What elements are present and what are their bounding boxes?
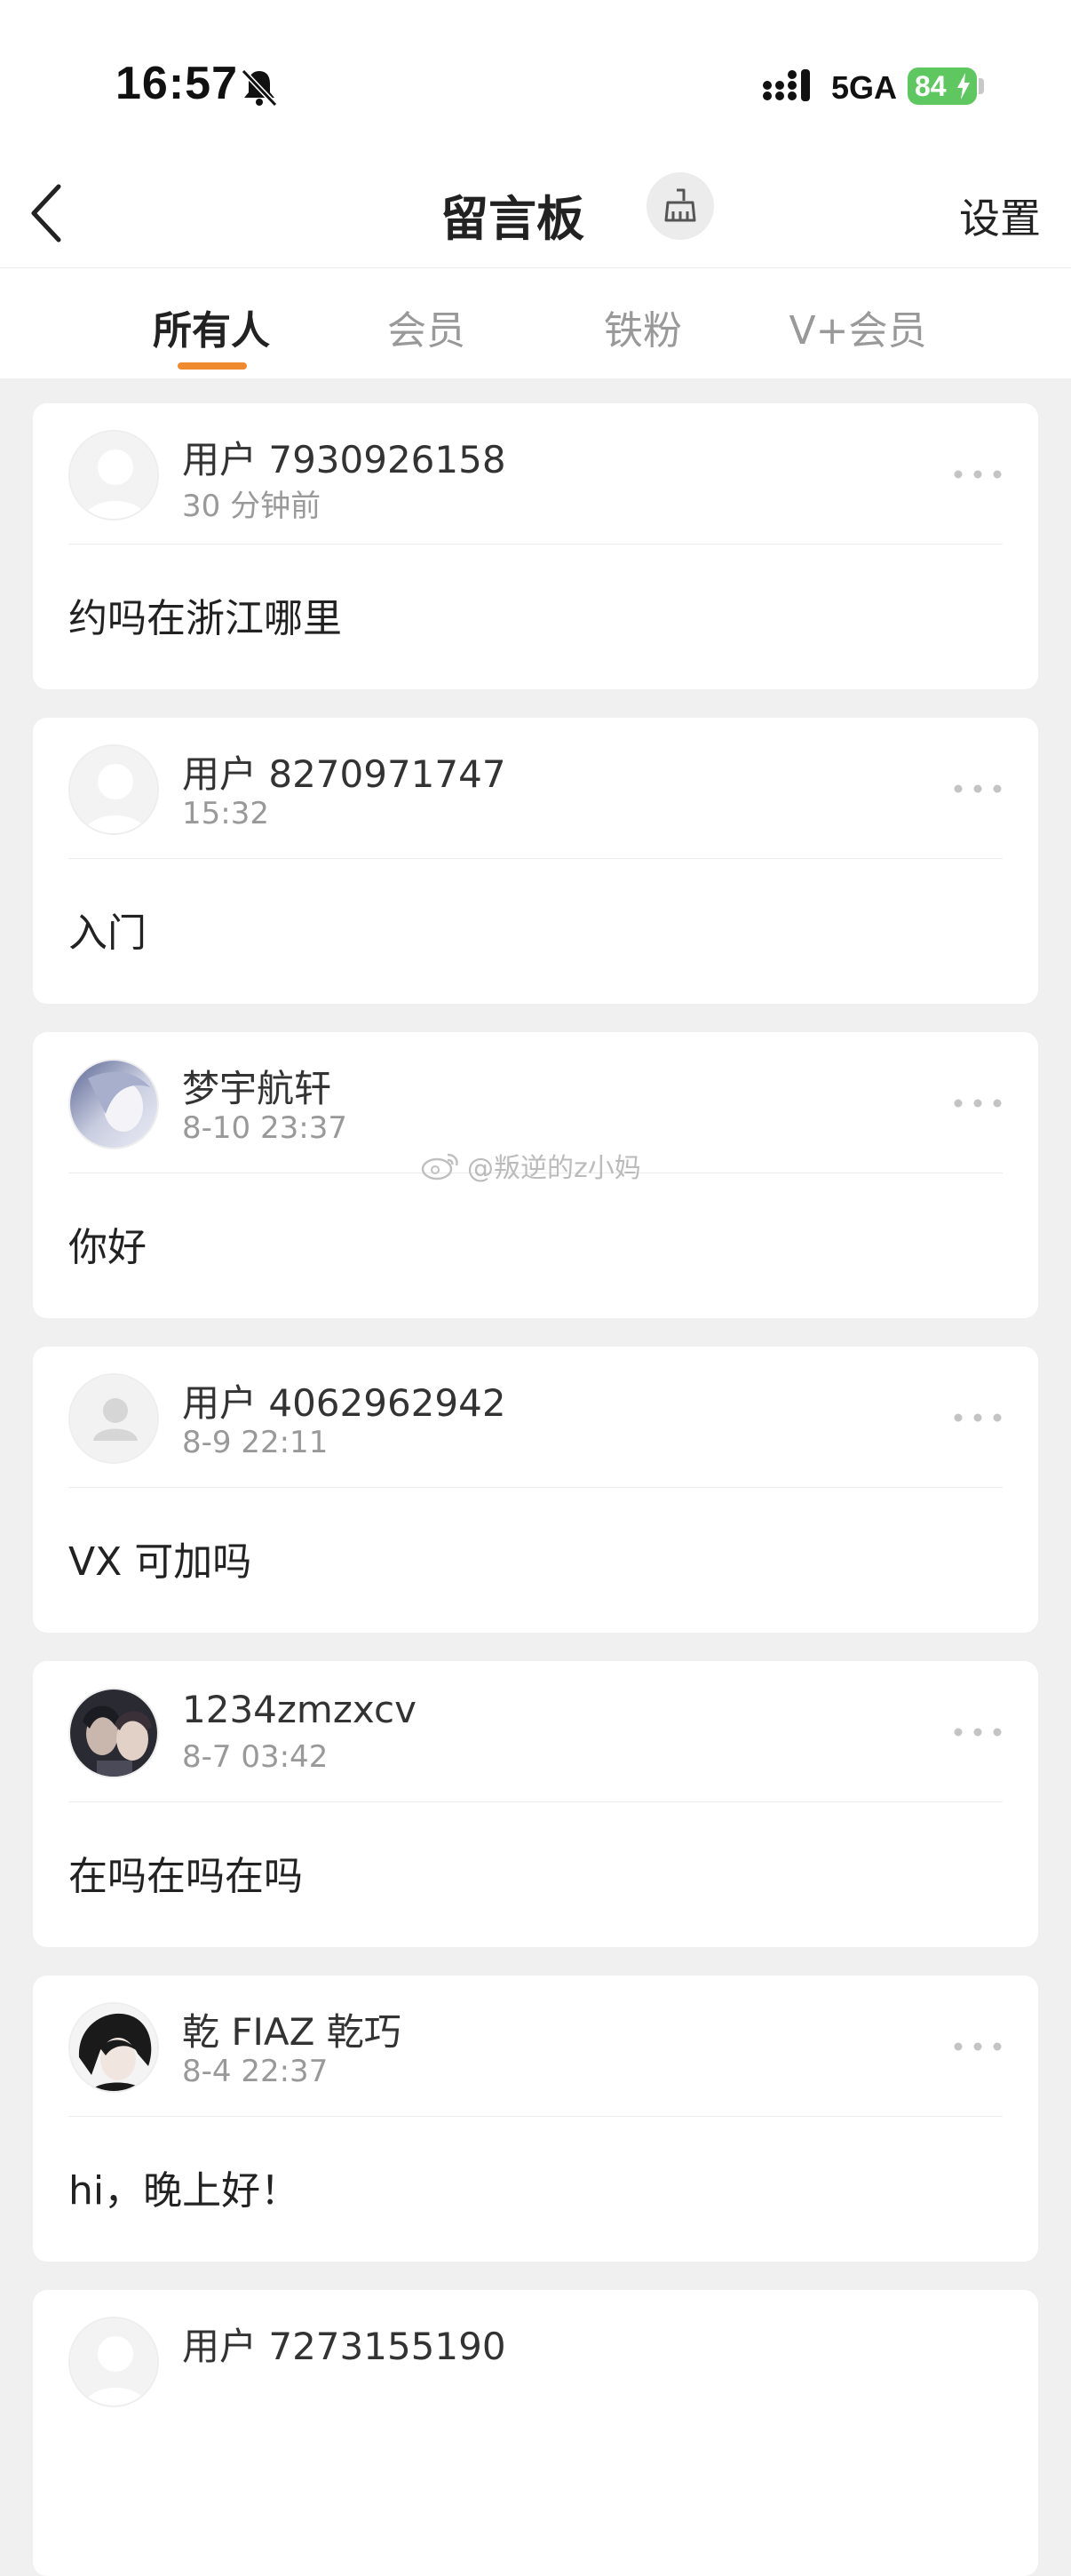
tab-vplus-members[interactable]: V+会员 (751, 298, 964, 355)
message-card[interactable]: 用户 8270971747 15:32 入门 (33, 718, 1038, 1004)
post-time: 8-9 22:11 (182, 1425, 329, 1460)
divider (68, 544, 1003, 545)
charging-bolt-icon (957, 73, 970, 99)
message-text: 入门 (68, 910, 147, 956)
message-card[interactable]: 用户 4062962942 8-9 22:11 VX 可加吗 (33, 1347, 1038, 1633)
post-time: 8-10 23:37 (182, 1110, 347, 1146)
message-card[interactable]: 乾 FIAZ 乾巧 8-4 22:37 hi，晚上好！ (33, 1976, 1038, 2262)
divider (68, 1801, 1003, 1802)
more-options-icon[interactable] (953, 1096, 1003, 1110)
network-label: 5GA (831, 69, 898, 106)
tab-loyal-fans[interactable]: 铁粉 (536, 298, 750, 355)
active-tab-indicator (178, 362, 247, 370)
more-options-icon[interactable] (953, 1411, 1003, 1425)
message-text: hi，晚上好！ (68, 2168, 300, 2214)
message-card[interactable]: 用户 7273155190 (33, 2290, 1038, 2576)
photo-avatar[interactable] (68, 1688, 159, 1778)
message-text: 约吗在浙江哪里 (68, 596, 342, 641)
tab-bar: 所有人 会员 铁粉 V+会员 (0, 268, 1071, 378)
divider (68, 1487, 1003, 1488)
more-options-icon[interactable] (953, 2039, 1003, 2054)
page-title: 留言板 (0, 179, 1071, 250)
weibo-icon (421, 1153, 458, 1181)
tab-everyone[interactable]: 所有人 (105, 298, 318, 355)
battery-indicator: 84 (908, 68, 977, 105)
broom-icon (664, 188, 696, 222)
default-avatar[interactable] (68, 2317, 159, 2407)
battery-cap (979, 78, 984, 94)
user-name[interactable]: 用户 4062962942 (182, 1373, 506, 1427)
post-time: 8-4 22:37 (182, 2054, 329, 2089)
tab-members[interactable]: 会员 (320, 298, 533, 355)
message-text: 在吗在吗在吗 (68, 1854, 303, 1899)
user-name[interactable]: 用户 7273155190 (182, 2317, 506, 2371)
more-options-icon[interactable] (953, 467, 1003, 481)
post-time: 30 分钟前 (182, 489, 321, 524)
divider (68, 2116, 1003, 2117)
user-name[interactable]: 用户 8270971747 (182, 744, 506, 799)
clear-button[interactable] (647, 172, 714, 240)
user-name[interactable]: 乾 FIAZ 乾巧 (182, 2002, 401, 2056)
user-name[interactable]: 用户 7930926158 (182, 430, 506, 484)
more-options-icon[interactable] (953, 782, 1003, 796)
default-person-avatar[interactable] (68, 1373, 159, 1464)
watermark-text: @叛逆的z小妈 (467, 1153, 641, 1184)
watermark: @叛逆的z小妈 (421, 1146, 641, 1185)
divider (68, 858, 1003, 859)
settings-button[interactable]: 设置 (959, 187, 1041, 245)
battery-level: 84 (915, 69, 947, 102)
user-name[interactable]: 梦宇航轩 (182, 1059, 331, 1113)
message-text: VX 可加吗 (68, 1539, 252, 1585)
bell-muted-icon (241, 68, 278, 107)
page-title-text: 留言板 (440, 191, 584, 247)
default-avatar[interactable] (68, 744, 159, 835)
user-name[interactable]: 1234zmzxcv (182, 1688, 416, 1731)
signal-icon (763, 69, 810, 101)
message-card[interactable]: 用户 7930926158 30 分钟前 约吗在浙江哪里 (33, 403, 1038, 689)
photo-avatar[interactable] (68, 2002, 159, 2093)
default-avatar[interactable] (68, 430, 159, 521)
status-bar: 16:57 5GA 84 (0, 0, 1071, 160)
message-card[interactable]: 1234zmzxcv 8-7 03:42 在吗在吗在吗 (33, 1661, 1038, 1947)
nav-bar: 留言板 设置 (0, 160, 1071, 268)
post-time: 15:32 (182, 796, 269, 831)
more-options-icon[interactable] (953, 1725, 1003, 1739)
message-text: 你好 (68, 1225, 147, 1270)
status-time: 16:57 (115, 58, 238, 109)
photo-avatar[interactable] (68, 1059, 159, 1149)
post-time: 8-7 03:42 (182, 1739, 329, 1775)
